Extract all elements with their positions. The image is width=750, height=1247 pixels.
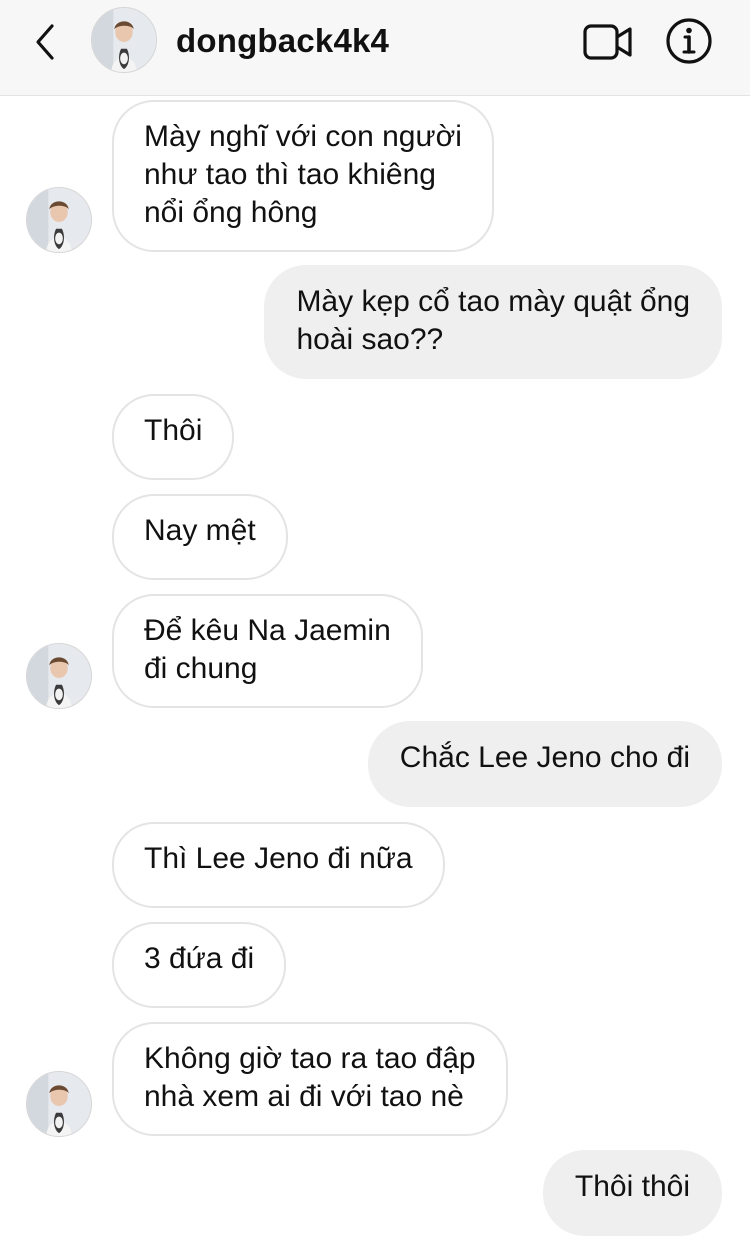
message-bubble-incoming[interactable]: Thì Lee Jeno đi nữa xyxy=(112,822,445,908)
message-bubble-incoming[interactable]: 3 đứa đi xyxy=(112,922,287,1008)
info-icon xyxy=(666,18,712,64)
message-text: 3 đứa đi xyxy=(144,942,255,975)
sender-avatar[interactable] xyxy=(26,1071,92,1137)
message-bubble-incoming[interactable]: Nay mệt xyxy=(112,494,288,580)
message-text: nổi ổng hông xyxy=(144,196,318,229)
message-text: Nay mệt xyxy=(144,514,256,547)
message-text: đi chung xyxy=(144,652,258,685)
message-bubble-incoming[interactable]: Không giờ tao ra tao đập nhà xem ai đi v… xyxy=(112,1022,508,1136)
message-bubble-incoming[interactable]: Thôi xyxy=(112,394,235,480)
back-button[interactable] xyxy=(26,22,66,62)
message-text: hoài sao?? xyxy=(296,323,444,356)
chat-header: dongback4k4 xyxy=(0,0,750,96)
message-text: Chắc Lee Jeno cho đi xyxy=(399,741,690,774)
message-bubble-outgoing[interactable]: Chắc Lee Jeno cho đi xyxy=(367,721,722,807)
chevron-left-icon xyxy=(36,24,54,60)
info-button[interactable] xyxy=(664,16,714,66)
message-text: như tao thì tao khiêng xyxy=(144,158,436,191)
message-text: Thôi xyxy=(144,414,203,447)
sender-avatar[interactable] xyxy=(26,643,92,709)
message-text: Để kêu Na Jaemin xyxy=(144,614,391,647)
avatar-image xyxy=(27,188,91,252)
message-text: Thì Lee Jeno đi nữa xyxy=(144,842,413,875)
chat-screen: dongback4k4 Mày nghĩ với con người như t… xyxy=(0,0,750,1247)
avatar-image xyxy=(92,8,156,72)
message-text: Mày kẹp cổ tao mày quật ổng xyxy=(296,285,690,318)
message-text: Không giờ tao ra tao đập xyxy=(144,1042,476,1075)
avatar-image xyxy=(27,644,91,708)
message-text: Mày nghĩ với con người xyxy=(144,120,462,153)
header-avatar[interactable] xyxy=(91,7,157,73)
message-text: Thôi thôi xyxy=(574,1170,690,1203)
video-call-icon xyxy=(583,24,632,60)
message-bubble-incoming[interactable]: Mày nghĩ với con người như tao thì tao k… xyxy=(112,100,494,252)
avatar-image xyxy=(27,1072,91,1136)
sender-avatar[interactable] xyxy=(26,187,92,253)
message-text: nhà xem ai đi với tao nè xyxy=(144,1080,464,1113)
video-call-button[interactable] xyxy=(582,20,636,64)
message-bubble-outgoing[interactable]: Mày kẹp cổ tao mày quật ổng hoài sao?? xyxy=(264,265,722,379)
chat-username[interactable]: dongback4k4 xyxy=(176,22,389,60)
message-bubble-outgoing[interactable]: Thôi thôi xyxy=(542,1150,722,1236)
message-bubble-incoming[interactable]: Để kêu Na Jaemin đi chung xyxy=(112,594,423,708)
